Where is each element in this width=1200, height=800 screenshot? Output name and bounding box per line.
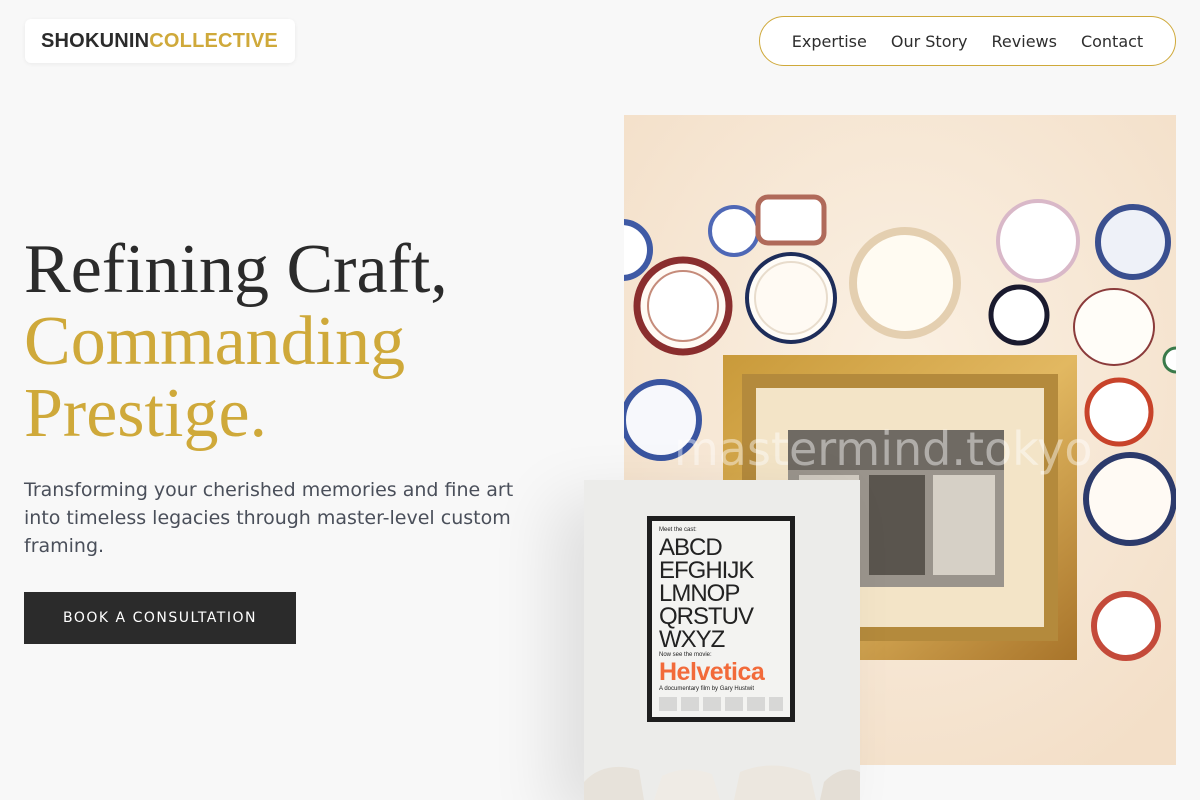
hero-title-line3: Prestige.	[24, 375, 268, 452]
image-watermark: mastermind.tokyo	[674, 422, 1093, 476]
brand-logo-part2: COLLECTIVE	[149, 29, 278, 52]
nav-item-our-story[interactable]: Our Story	[891, 32, 968, 51]
poster-title: Helvetica	[659, 658, 765, 686]
book-consultation-button[interactable]: BOOK A CONSULTATION	[24, 592, 296, 644]
nav-item-expertise[interactable]: Expertise	[792, 32, 867, 51]
brand-logo-part1: SHOKUNIN	[41, 29, 150, 52]
hero-title-line2: Commanding	[24, 303, 406, 380]
poster-top-text: Meet the cast:	[659, 527, 697, 533]
helvetica-poster-image: Meet the cast: ABCD EFGHIJK LMNOP QRSTUV…	[584, 480, 860, 800]
poster: Meet the cast: ABCD EFGHIJK LMNOP QRSTUV…	[652, 521, 790, 717]
nav-item-reviews[interactable]: Reviews	[992, 32, 1057, 51]
cushions-illustration	[584, 765, 860, 800]
poster-credits	[659, 697, 783, 711]
poster-alphabet: ABCD EFGHIJK LMNOP QRSTUV WXYZ	[659, 534, 754, 653]
hero-title: Refining Craft, Commanding Prestige.	[24, 234, 448, 450]
main-nav: Expertise Our Story Reviews Contact	[759, 16, 1176, 66]
hero-subtitle: Transforming your cherished memories and…	[24, 479, 514, 557]
poster-frame: Meet the cast: ABCD EFGHIJK LMNOP QRSTUV…	[647, 516, 795, 722]
poster-bottom-text: A documentary film by Gary Hustwit	[659, 686, 755, 692]
brand-logo[interactable]: SHOKUNIN COLLECTIVE	[25, 19, 295, 63]
nav-item-contact[interactable]: Contact	[1081, 32, 1143, 51]
hero-title-line1: Refining Craft,	[24, 231, 448, 308]
